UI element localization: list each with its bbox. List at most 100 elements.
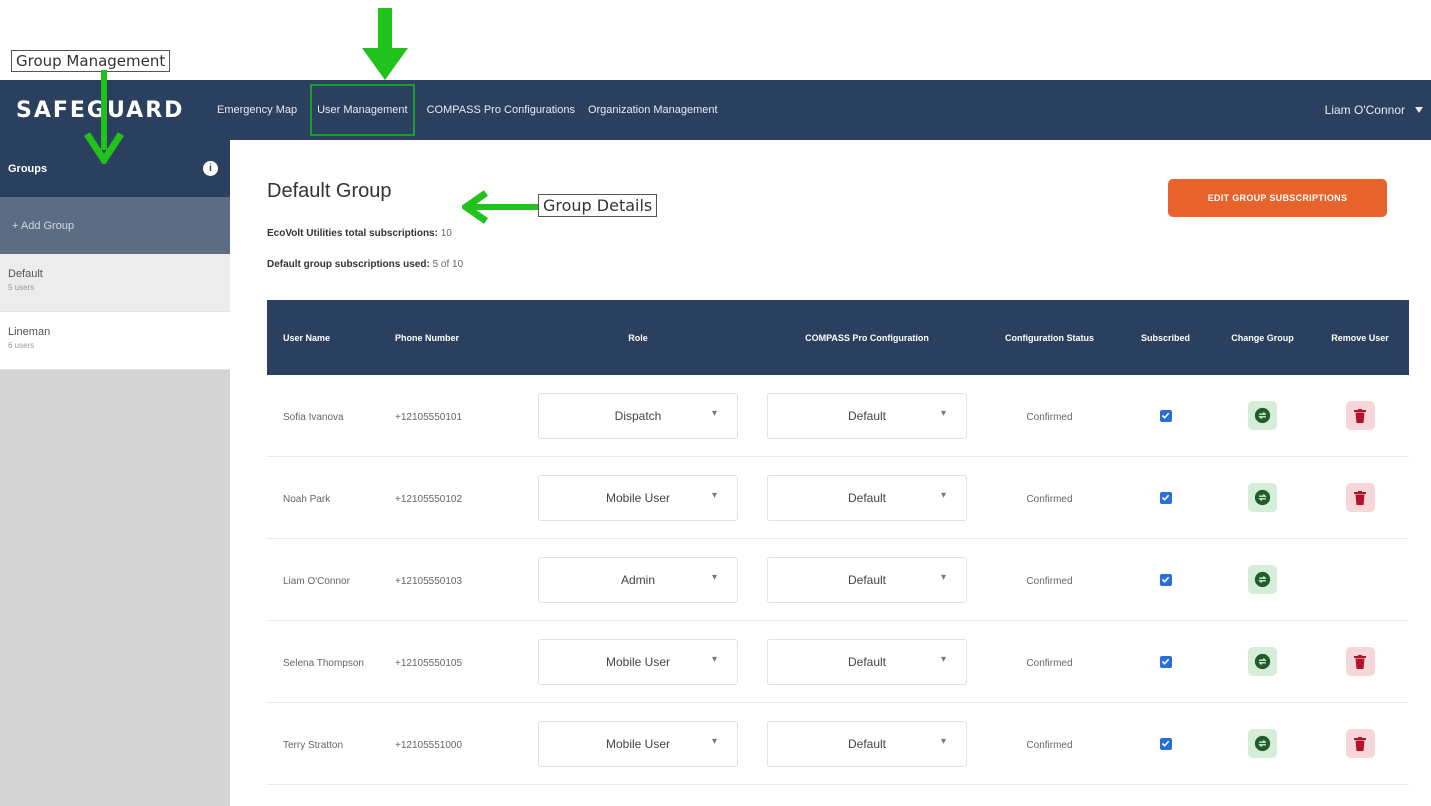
edit-group-subscriptions-button[interactable]: Edit Group Subscriptions <box>1168 179 1387 217</box>
info-icon[interactable]: i <box>203 161 218 176</box>
role-select[interactable]: Mobile User ▾ <box>538 474 738 521</box>
phone-number: +12105550101 <box>395 411 463 423</box>
remove-user-cell <box>1311 483 1409 512</box>
change-group-button[interactable] <box>1248 401 1277 430</box>
chevron-down-icon <box>1415 107 1423 113</box>
swap-group-icon <box>1254 571 1271 588</box>
subscribed-checkbox[interactable] <box>1159 573 1172 586</box>
annotation-group-details: Group Details <box>538 194 658 217</box>
change-group-button[interactable] <box>1248 729 1277 758</box>
role-value: Admin <box>620 572 655 587</box>
role-cell: Dispatch ▾ <box>524 392 752 439</box>
subscribed-cell <box>1117 573 1214 586</box>
configuration-value: Default <box>847 408 887 423</box>
phone-number-cell: +12105550105 <box>385 653 524 671</box>
nav-organization-management[interactable]: Organization Management <box>588 104 718 116</box>
configuration-status-cell: Confirmed <box>982 489 1117 507</box>
remove-user-button[interactable] <box>1345 647 1375 676</box>
configuration-status: Confirmed <box>1026 657 1073 669</box>
group-user-count: 5 users <box>8 283 35 292</box>
configuration-status: Confirmed <box>1026 575 1073 587</box>
phone-number-cell: +12105550103 <box>385 571 524 589</box>
trash-icon <box>1354 490 1366 505</box>
user-name-cell: Terry Stratton <box>267 735 385 753</box>
table-body: Sofia Ivanova +12105550101 Dispatch ▾ Defaul… <box>267 375 1409 785</box>
configuration-status: Confirmed <box>1026 411 1073 423</box>
user-name: Noah Park <box>283 493 331 505</box>
nav-emergency-map[interactable]: Emergency Map <box>217 104 297 116</box>
role-value: Dispatch <box>614 408 662 423</box>
annotation-arrow-down-icon <box>84 70 124 164</box>
chevron-down-icon: ▾ <box>940 407 946 419</box>
column-header: COMPASS Pro Configuration <box>805 332 929 343</box>
phone-number: +12105550105 <box>395 657 463 669</box>
checkbox-checked-icon <box>1161 412 1170 419</box>
role-select[interactable]: Mobile User ▾ <box>538 638 738 685</box>
role-select[interactable]: Mobile User ▾ <box>538 720 738 767</box>
nav-user-management[interactable]: User Management <box>310 84 415 136</box>
chevron-down-icon: ▾ <box>940 489 946 501</box>
user-name-cell: Selena Thompson <box>267 653 385 671</box>
chevron-down-icon: ▾ <box>711 489 717 501</box>
sidebar-group-lineman[interactable]: Lineman 6 users <box>0 312 230 370</box>
users-table: User Name Phone Number Role COMPASS Pro Con… <box>267 300 1409 785</box>
configuration-cell: Default ▾ <box>752 474 982 521</box>
swap-group-icon <box>1254 653 1271 670</box>
remove-user-button[interactable] <box>1345 401 1375 430</box>
add-group-button[interactable]: + Add Group <box>0 197 230 254</box>
configuration-status-cell: Confirmed <box>982 653 1117 671</box>
table-row: Terry Stratton +12105551000 Mobile User ▾ De… <box>267 703 1409 785</box>
remove-user-button[interactable] <box>1345 483 1375 512</box>
phone-number: +12105551000 <box>395 739 463 751</box>
user-name-cell: Sofia Ivanova <box>267 407 385 425</box>
remove-user-button[interactable] <box>1345 729 1375 758</box>
chevron-down-icon: ▾ <box>711 571 717 583</box>
user-name-cell: Liam O'Connor <box>267 571 385 589</box>
trash-icon <box>1354 736 1366 751</box>
top-navbar: SAFEGUARD Emergency Map User Management … <box>0 80 1431 140</box>
column-header: Role <box>628 332 648 343</box>
role-cell: Mobile User ▾ <box>524 638 752 685</box>
group-name: Default <box>8 268 43 280</box>
configuration-value: Default <box>847 572 887 587</box>
user-name: Terry Stratton <box>283 739 344 751</box>
user-menu[interactable]: Liam O'Connor <box>1325 80 1423 140</box>
total-subscriptions: EcoVolt Utilities total subscriptions: 1… <box>267 228 452 239</box>
change-group-button[interactable] <box>1248 647 1277 676</box>
annotation-arrow-down-icon <box>362 8 408 80</box>
compass-configuration-select[interactable]: Default ▾ <box>767 474 967 521</box>
role-select[interactable]: Dispatch ▾ <box>538 392 738 439</box>
chevron-down-icon: ▾ <box>940 571 946 583</box>
phone-number-cell: +12105550102 <box>385 489 524 507</box>
user-name-cell: Noah Park <box>267 489 385 507</box>
checkbox-checked-icon <box>1161 740 1170 747</box>
compass-configuration-select[interactable]: Default ▾ <box>767 638 967 685</box>
subscribed-checkbox[interactable] <box>1159 655 1172 668</box>
configuration-cell: Default ▾ <box>752 556 982 603</box>
table-row: Liam O'Connor +12105550103 Admin ▾ Default ▾ C… <box>267 539 1409 621</box>
annotation-group-management: Group Management <box>11 50 171 72</box>
sidebar-group-default[interactable]: Default 5 users <box>0 254 230 312</box>
phone-number-cell: +12105551000 <box>385 735 524 753</box>
role-value: Mobile User <box>605 490 671 505</box>
checkbox-checked-icon <box>1161 494 1170 501</box>
role-select[interactable]: Admin ▾ <box>538 556 738 603</box>
change-group-cell <box>1214 401 1311 430</box>
group-subscriptions-used-label: Default group subscriptions used: <box>267 259 430 270</box>
change-group-button[interactable] <box>1248 483 1277 512</box>
compass-configuration-select[interactable]: Default ▾ <box>767 720 967 767</box>
compass-configuration-select[interactable]: Default ▾ <box>767 392 967 439</box>
subscribed-checkbox[interactable] <box>1159 409 1172 422</box>
group-subscriptions-used-value: 5 of 10 <box>432 259 464 270</box>
screenshot-canvas: Group Management SAFEGUARD Emergency Map… <box>0 0 1431 806</box>
change-group-button[interactable] <box>1248 565 1277 594</box>
role-cell: Mobile User ▾ <box>524 474 752 521</box>
subscribed-checkbox[interactable] <box>1159 491 1172 504</box>
subscribed-checkbox[interactable] <box>1159 737 1172 750</box>
nav-compass-pro-configurations[interactable]: COMPASS Pro Configurations <box>427 104 575 116</box>
subscribed-cell <box>1117 409 1214 422</box>
change-group-cell <box>1214 729 1311 758</box>
column-header: Remove User <box>1331 332 1389 343</box>
compass-configuration-select[interactable]: Default ▾ <box>767 556 967 603</box>
remove-user-cell <box>1311 647 1409 676</box>
